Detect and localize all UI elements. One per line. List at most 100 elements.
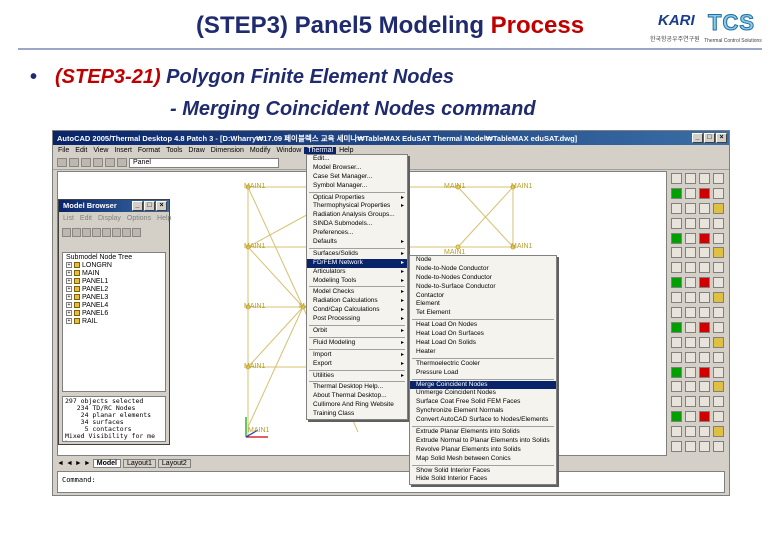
thermal-tool-icon[interactable] [713, 217, 724, 229]
thermal-tool-icon[interactable] [671, 262, 682, 274]
menu-item-orbit[interactable]: Orbit [307, 327, 407, 336]
thermal-tool-icon[interactable] [699, 277, 710, 289]
maximize-button[interactable]: □ [704, 133, 715, 143]
tree-item[interactable]: + RAIL [66, 317, 162, 325]
menu-item-radiation-analysis-groups[interactable]: Radiation Analysis Groups... [307, 211, 407, 220]
expand-icon[interactable]: + [66, 294, 72, 300]
thermal-tool-icon[interactable] [685, 277, 696, 289]
menu-item-contactor[interactable]: Contactor [410, 292, 556, 301]
menu-item-merge-coincident-nodes[interactable]: Merge Coincident Nodes [410, 380, 556, 390]
thermal-tool-icon[interactable] [699, 396, 710, 408]
menu-item-heat-load-on-solids[interactable]: Heat Load On Solids [410, 339, 556, 348]
menu-item-heat-load-on-nodes[interactable]: Heat Load On Nodes [410, 321, 556, 330]
menu-item-thermal-desktop-help[interactable]: Thermal Desktop Help... [307, 383, 407, 392]
mb-menu-display[interactable]: Display [98, 215, 121, 222]
menu-item-synchronize-element-normals[interactable]: Synchronize Element Normals [410, 407, 556, 416]
layer-select[interactable]: Panel [129, 157, 279, 168]
thermal-tool-icon[interactable] [671, 292, 682, 304]
menu-item-post-processing[interactable]: Post Processing [307, 315, 407, 324]
menu-item-node[interactable]: Node [410, 256, 556, 265]
menu-item-import[interactable]: Import [307, 351, 407, 360]
thermal-tool-icon[interactable] [713, 396, 724, 408]
menu-item-thermoelectric-cooler[interactable]: Thermoelectric Cooler [410, 360, 556, 369]
thermal-tool-icon[interactable] [713, 202, 724, 214]
thermal-tool-icon[interactable] [713, 381, 724, 393]
thermal-tool-icon[interactable] [699, 187, 710, 199]
menu-file[interactable]: File [55, 147, 72, 154]
thermal-tool-icon[interactable] [671, 426, 682, 438]
menu-item-node-to-nodes-conductor[interactable]: Node-to-Nodes Conductor [410, 274, 556, 283]
menu-item-optical-properties[interactable]: Optical Properties [307, 194, 407, 203]
thermal-tool-icon[interactable] [699, 247, 710, 259]
thermal-tool-icon[interactable] [671, 247, 682, 259]
thermal-tool-icon[interactable] [699, 173, 710, 184]
thermal-tool-icon[interactable] [671, 173, 682, 184]
thermal-tool-icon[interactable] [685, 321, 696, 333]
expand-icon[interactable]: + [66, 286, 72, 292]
tree-item[interactable]: + PANEL1 [66, 277, 162, 285]
list-icon[interactable] [82, 227, 91, 237]
preview-icon[interactable] [105, 158, 115, 167]
menu-item-heat-load-on-surfaces[interactable]: Heat Load On Surfaces [410, 330, 556, 339]
thermal-tool-icon[interactable] [713, 411, 724, 423]
thermal-tool-icon[interactable] [699, 381, 710, 393]
menu-insert[interactable]: Insert [111, 147, 135, 154]
thermal-tool-icon[interactable] [671, 217, 682, 229]
menu-item-convert-autocad-surface-to-nodes-elements[interactable]: Convert AutoCAD Surface to Nodes/Element… [410, 416, 556, 425]
menu-item-radiation-calculations[interactable]: Radiation Calculations [307, 297, 407, 306]
thermal-tool-icon[interactable] [713, 336, 724, 348]
menu-item-node-to-node-conductor[interactable]: Node-to-Node Conductor [410, 265, 556, 274]
menu-item-node-to-surface-conductor[interactable]: Node-to-Surface Conductor [410, 283, 556, 292]
menu-edit[interactable]: Edit [72, 147, 90, 154]
print-icon[interactable] [93, 158, 103, 167]
menu-dimension[interactable]: Dimension [208, 147, 247, 154]
menu-window[interactable]: Window [273, 147, 304, 154]
mb-close-button[interactable]: × [156, 201, 167, 211]
menu-item-element[interactable]: Element [410, 300, 556, 309]
menu-item-export[interactable]: Export [307, 360, 407, 369]
menu-item-preferences[interactable]: Preferences... [307, 229, 407, 238]
thermal-tool-icon[interactable] [713, 247, 724, 259]
new-icon[interactable] [57, 158, 67, 167]
menu-tools[interactable]: Tools [163, 147, 185, 154]
menu-item-symbol-manager[interactable]: Symbol Manager... [307, 182, 407, 191]
thermal-tool-icon[interactable] [671, 381, 682, 393]
thermal-tool-icon[interactable] [671, 307, 682, 319]
expand-icon[interactable]: + [66, 278, 72, 284]
thermal-tool-icon[interactable] [699, 292, 710, 304]
tab-scroll-arrow-icon[interactable]: ◄ [66, 460, 73, 467]
tab-scroll-arrow-icon[interactable]: ► [84, 460, 91, 467]
thermal-tool-icon[interactable] [699, 351, 710, 363]
thermal-tool-icon[interactable] [685, 411, 696, 423]
thermal-tool-icon[interactable] [699, 411, 710, 423]
thermal-tool-icon[interactable] [685, 247, 696, 259]
select-icon[interactable] [92, 227, 101, 237]
menu-item-tet-element[interactable]: Tet Element [410, 309, 556, 318]
menu-item-fd-fem-network[interactable]: FD/FEM Network [307, 258, 407, 268]
menu-item-model-checks[interactable]: Model Checks [307, 288, 407, 297]
expand-icon[interactable]: + [66, 262, 72, 268]
menu-item-heater[interactable]: Heater [410, 348, 556, 357]
thermal-tool-icon[interactable] [699, 307, 710, 319]
expand-icon[interactable]: + [66, 318, 72, 324]
close-button[interactable]: × [716, 133, 727, 143]
expand-icon[interactable]: + [66, 310, 72, 316]
menu-format[interactable]: Format [135, 147, 163, 154]
tree-item[interactable]: + PANEL4 [66, 301, 162, 309]
tab-scroll-arrow-icon[interactable]: ► [75, 460, 82, 467]
tree-item[interactable]: + MAIN [66, 269, 162, 277]
menu-item-thermophysical-properties[interactable]: Thermophysical Properties [307, 202, 407, 211]
thermal-tool-icon[interactable] [671, 336, 682, 348]
thermal-tool-icon[interactable] [671, 351, 682, 363]
thermal-tool-icon[interactable] [685, 351, 696, 363]
mb-menu-options[interactable]: Options [127, 215, 151, 222]
menu-item-pressure-load[interactable]: Pressure Load [410, 369, 556, 378]
thermal-tool-icon[interactable] [699, 202, 710, 214]
thermal-tool-icon[interactable] [699, 441, 710, 453]
menu-item-defaults[interactable]: Defaults [307, 238, 407, 247]
thermal-tool-icon[interactable] [671, 187, 682, 199]
thermal-tool-icon[interactable] [671, 441, 682, 453]
thermal-tool-icon[interactable] [671, 321, 682, 333]
mb-menu-edit[interactable]: Edit [80, 215, 92, 222]
tree-item[interactable]: + LONGRN [66, 261, 162, 269]
